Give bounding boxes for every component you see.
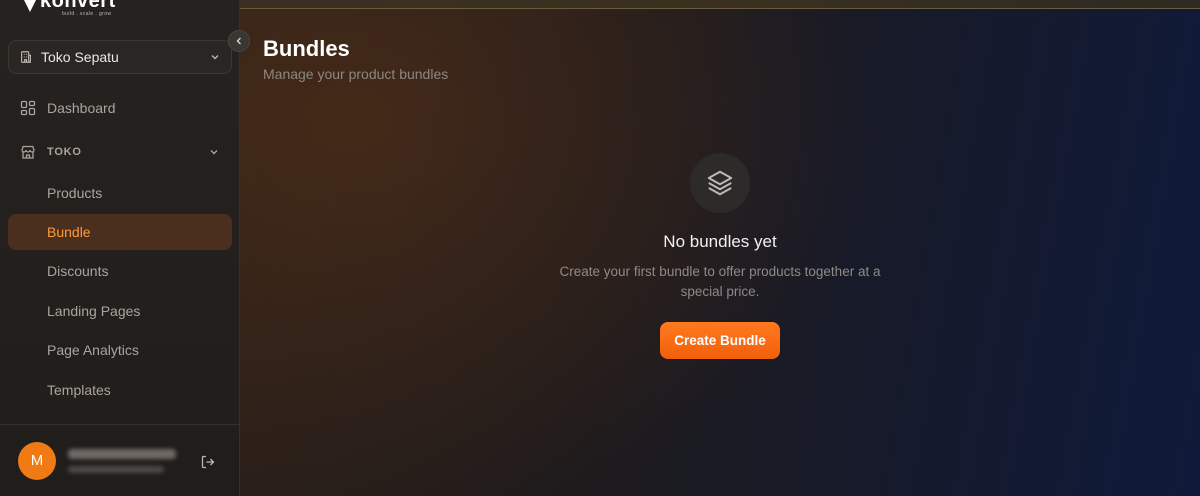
layers-icon xyxy=(707,170,733,196)
create-bundle-button[interactable]: Create Bundle xyxy=(660,322,780,359)
brand-name: konvert xyxy=(40,0,116,12)
chevron-left-icon xyxy=(236,37,241,45)
page-title: Bundles xyxy=(263,36,350,61)
sidebar-item-label: Bundle xyxy=(47,224,91,240)
store-selector-value: Toko Sepatu xyxy=(41,49,119,65)
sidebar-item-label: Templates xyxy=(47,382,111,398)
user-name-redacted xyxy=(68,448,176,459)
collapse-sidebar-button[interactable] xyxy=(228,30,250,52)
sidebar-item-products[interactable]: Products xyxy=(8,175,232,211)
logo-mark-icon xyxy=(24,0,36,12)
sidebar: konvert build . scale . grow Toko Sepatu… xyxy=(0,0,240,496)
sidebar-item-templates[interactable]: Templates xyxy=(8,372,232,408)
sidebar-section-label: TOKO xyxy=(47,146,82,158)
user-email-redacted xyxy=(68,465,164,473)
main-content: Bundles Manage your product bundles No b… xyxy=(240,0,1200,496)
sidebar-item-page-analytics[interactable]: Page Analytics xyxy=(8,332,232,368)
top-bar xyxy=(240,0,1200,9)
sidebar-item-landing-pages[interactable]: Landing Pages xyxy=(8,293,232,329)
sidebar-item-label: Products xyxy=(47,185,103,201)
sidebar-item-discounts[interactable]: Discounts xyxy=(8,253,232,289)
brand-logo[interactable]: konvert build . scale . grow xyxy=(24,0,116,20)
dashboard-icon xyxy=(20,100,36,116)
empty-state-icon-circle xyxy=(690,153,750,213)
sidebar-item-bundle[interactable]: Bundle xyxy=(8,214,232,250)
store-icon xyxy=(21,145,35,159)
user-info-blurred xyxy=(68,448,178,473)
sidebar-item-label: Page Analytics xyxy=(47,342,139,358)
user-profile[interactable]: M xyxy=(0,424,240,496)
empty-state-title: No bundles yet xyxy=(663,232,777,251)
avatar[interactable]: M xyxy=(18,441,56,480)
empty-state-description: Create your first bundle to offer produc… xyxy=(559,264,881,299)
sidebar-section-toko[interactable]: TOKO xyxy=(8,137,232,167)
sidebar-item-dashboard[interactable]: Dashboard xyxy=(8,90,232,126)
brand-tagline: build . scale . grow xyxy=(62,11,112,17)
store-selector[interactable]: Toko Sepatu xyxy=(8,40,232,74)
chevron-down-icon xyxy=(210,150,218,155)
sidebar-item-label: Dashboard xyxy=(47,100,116,116)
sidebar-item-label: Landing Pages xyxy=(47,303,141,319)
building-icon xyxy=(21,51,31,63)
page-subtitle: Manage your product bundles xyxy=(263,66,449,82)
chevron-down-icon xyxy=(211,55,219,60)
sidebar-item-label: Discounts xyxy=(47,263,109,279)
logout-icon[interactable] xyxy=(200,454,216,470)
